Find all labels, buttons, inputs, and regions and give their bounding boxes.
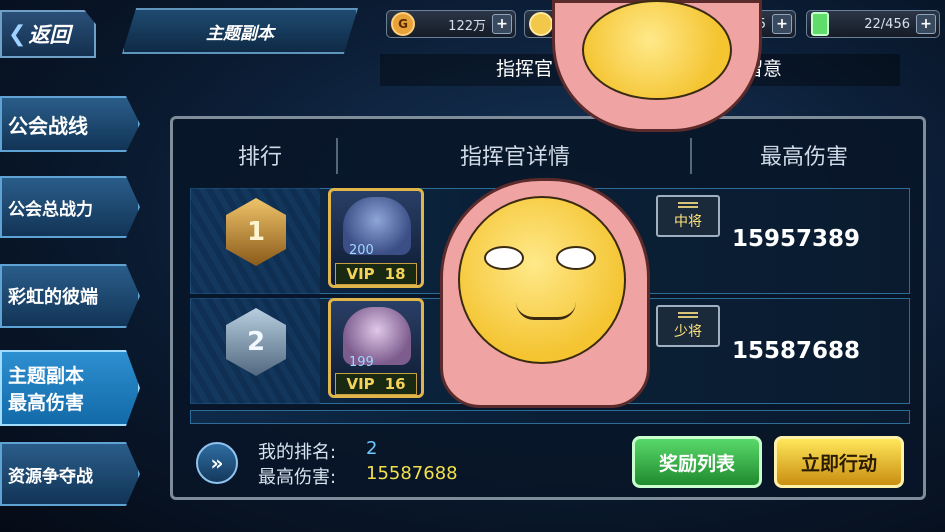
eye-icon: [484, 246, 524, 270]
vip-level: 18: [384, 265, 406, 283]
reward-list-button[interactable]: 奖励列表: [632, 436, 762, 488]
rank-insignia-icon: [678, 311, 698, 318]
header-rank: 排行: [237, 145, 282, 170]
vip-label: VIP: [346, 265, 375, 283]
my-damage-label: 最高伤害:: [258, 467, 337, 488]
avatar[interactable]: 199 VIP 16: [328, 298, 424, 398]
sidebar-item-guild-front[interactable]: 公会战线: [0, 96, 140, 152]
header-divider: [336, 138, 338, 174]
rank-number: 1: [246, 217, 266, 247]
avatar[interactable]: 200 VIP 18: [328, 188, 424, 288]
sidebar-item-rainbow[interactable]: 彩虹的彼端: [0, 264, 140, 328]
add-crystal-button[interactable]: +: [772, 14, 792, 34]
energy-resource: 22/456 +: [806, 10, 940, 38]
military-rank-text: 中将: [674, 213, 702, 230]
military-rank-text: 少将: [674, 323, 702, 340]
eye-icon: [556, 246, 596, 270]
smirk-face-icon: [458, 196, 626, 364]
my-damage-value: 15587688: [366, 463, 458, 484]
sidebar-item-resource-war[interactable]: 资源争夺战: [0, 442, 140, 506]
back-label: 返回: [28, 23, 71, 47]
back-button[interactable]: ❮ 返回: [0, 10, 96, 58]
military-rank-badge: 少将: [656, 305, 720, 347]
smirk-mouth-icon: [516, 302, 576, 320]
sidebar-item-label: 公会总战力: [8, 199, 93, 220]
chevron-left-icon: ❮: [8, 21, 27, 47]
sidebar-item-label: 公会战线: [8, 113, 88, 138]
act-now-label: 立即行动: [800, 452, 877, 475]
commander-level: 200: [349, 243, 374, 258]
energy-value: 22/456: [864, 16, 910, 32]
vip-badge: VIP 18: [335, 263, 417, 285]
gold-coin-icon: G: [391, 12, 415, 36]
act-now-button[interactable]: 立即行动: [774, 436, 904, 488]
page-title: 主题副本: [122, 8, 358, 54]
sidebar-item-guild-power[interactable]: 公会总战力: [0, 176, 140, 238]
emoji-sticker-center: [440, 178, 650, 408]
rank-number: 2: [246, 327, 266, 357]
add-gold-button[interactable]: +: [492, 14, 512, 34]
rank-insignia-icon: [678, 201, 698, 208]
sidebar-item-label-line2: 最高伤害: [8, 392, 85, 414]
gold-value: 122万: [448, 18, 486, 34]
expand-arrow-icon[interactable]: »: [196, 442, 238, 484]
table-row[interactable]: [190, 410, 910, 424]
my-rank-label: 我的排名:: [258, 442, 337, 463]
military-rank-badge: 中将: [656, 195, 720, 237]
vip-label: VIP: [346, 375, 375, 393]
energy-battery-icon: [811, 12, 829, 36]
damage-value: 15587688: [732, 338, 861, 364]
notice-left-text: 指挥官: [496, 58, 554, 80]
add-energy-button[interactable]: +: [916, 14, 936, 34]
emoji-sticker-top: [552, 0, 762, 132]
emoji-face-icon: [582, 0, 732, 100]
header-damage: 最高伤害: [759, 145, 848, 170]
vip-badge: VIP 16: [335, 373, 417, 395]
sidebar-item-label: 彩虹的彼端: [8, 287, 98, 308]
damage-value: 15957389: [732, 226, 861, 252]
face-coin-icon: [529, 12, 553, 36]
header-divider: [690, 138, 692, 174]
gold-resource: G 122万 +: [386, 10, 516, 38]
sidebar-item-label: 资源争夺战: [8, 466, 93, 487]
header-commander: 指挥官详情: [459, 145, 570, 170]
vip-level: 16: [384, 375, 406, 393]
commander-level: 199: [349, 355, 374, 370]
sidebar-item-label: 主题副本: [8, 365, 85, 387]
sidebar-item-theme-dungeon[interactable]: 主题副本 最高伤害: [0, 350, 140, 426]
page-title-text: 主题副本: [206, 23, 274, 44]
reward-list-label: 奖励列表: [658, 452, 735, 475]
my-rank-value: 2: [366, 438, 378, 459]
